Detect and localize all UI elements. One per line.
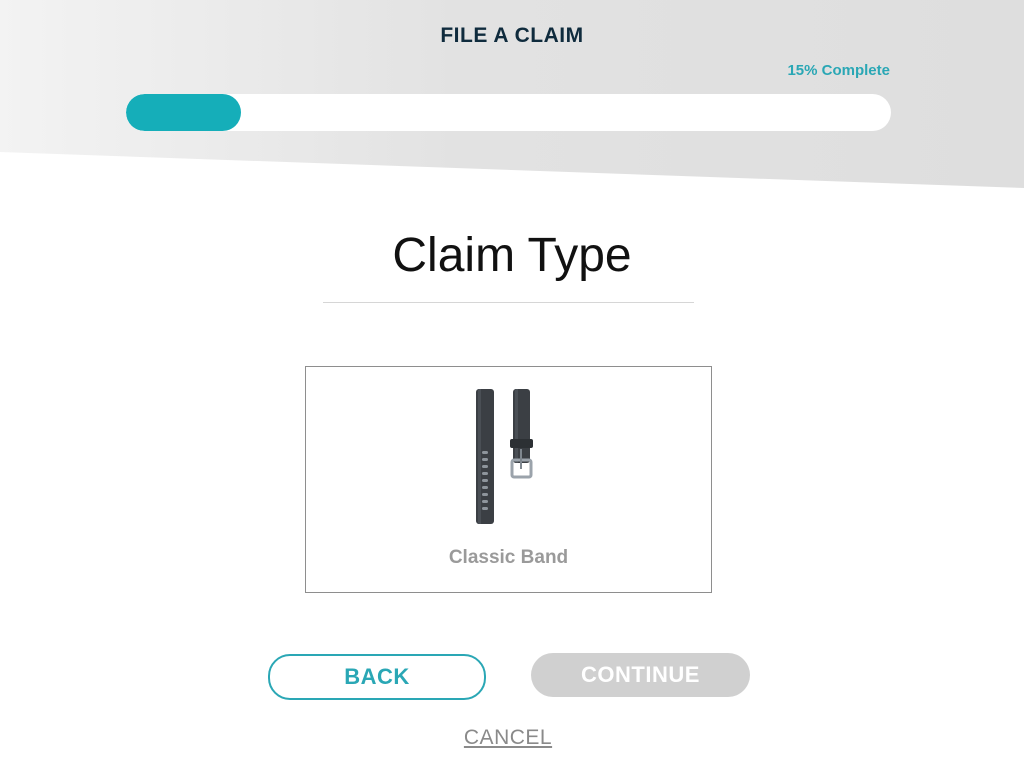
progress-label: 15% Complete <box>787 62 890 79</box>
cancel-link[interactable]: CANCEL <box>464 726 552 749</box>
header-title: FILE A CLAIM <box>440 24 584 47</box>
claim-type-option-classic-band[interactable]: Classic Band <box>305 366 712 593</box>
continue-button[interactable]: CONTINUE <box>531 653 750 697</box>
progress-bar-fill <box>126 94 241 131</box>
back-button[interactable]: BACK <box>268 654 486 700</box>
option-label: Classic Band <box>448 547 569 568</box>
page-title: Claim Type <box>392 229 632 282</box>
cancel-link-row: CANCEL <box>0 726 1016 750</box>
title-divider <box>323 302 694 303</box>
progress-bar <box>126 94 891 131</box>
